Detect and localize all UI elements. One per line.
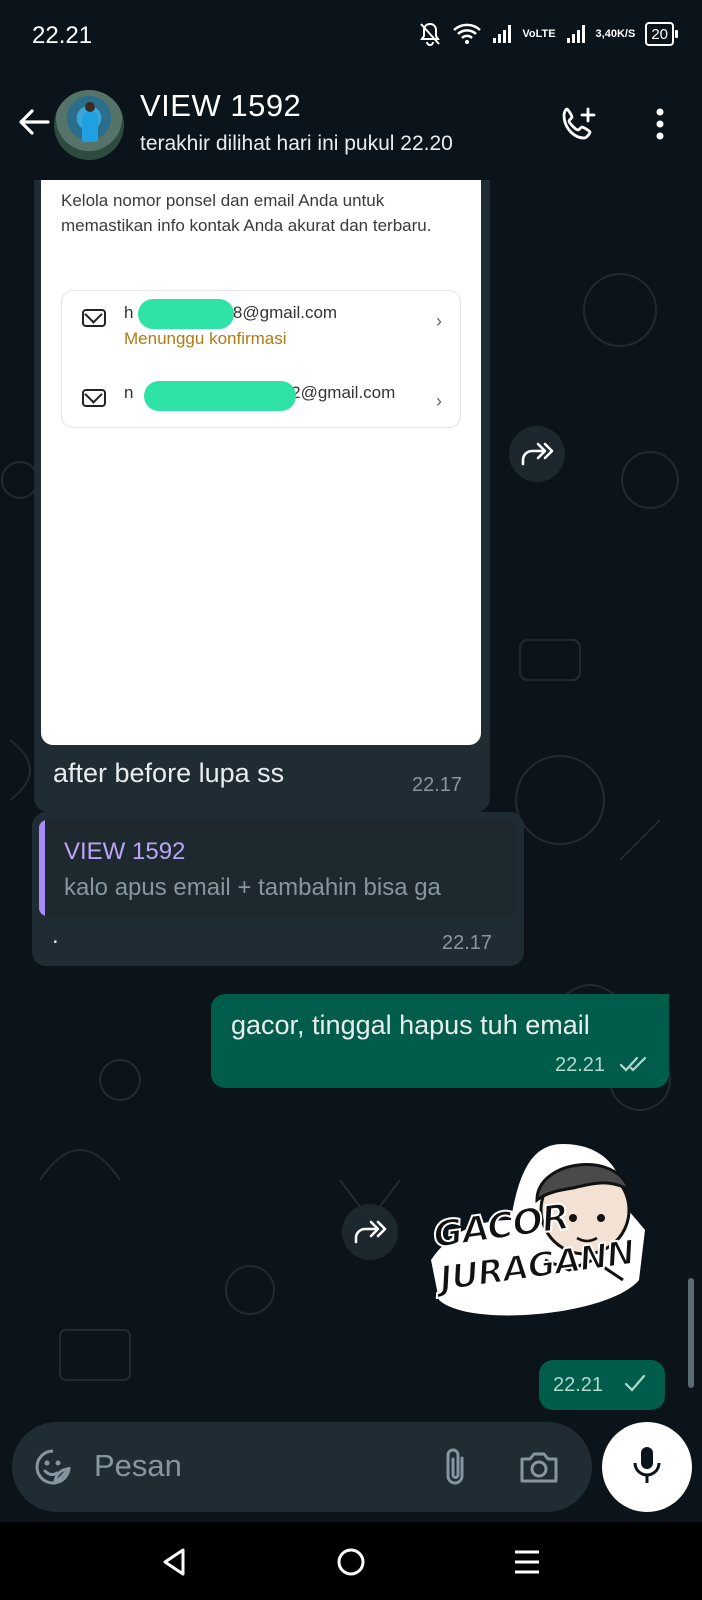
outgoing-message-bubble[interactable]: gacor, tinggal hapus tuh email 22.21 (211, 994, 669, 1088)
contact-name[interactable]: VIEW 1592 (140, 88, 301, 124)
email-1-suffix: 08@gmail.com (223, 303, 338, 322)
forward-icon[interactable] (509, 426, 565, 482)
quote-accent-bar (39, 820, 45, 916)
last-seen[interactable]: terakhir dilihat hari ini pukul 22.20 (140, 132, 453, 156)
chat-area[interactable]: Kelola nomor ponsel dan email Anda untuk… (0, 180, 702, 1422)
status-time: 22.21 (32, 22, 93, 49)
message-text: . (52, 922, 59, 949)
back-arrow-icon[interactable] (14, 102, 54, 142)
more-vert-icon[interactable] (638, 102, 682, 146)
net-speed-unit: K/S (616, 27, 636, 40)
mic-icon (631, 1445, 663, 1490)
chevron-right-icon: › (436, 391, 442, 411)
volte-top: Vo (522, 27, 536, 40)
email-1-prefix: h (124, 303, 134, 322)
volte-bottom: LTE (535, 27, 556, 40)
email-list-card: h 08@gmail.com Menunggu konfirmasi › n 112… (61, 290, 461, 428)
message-time: 22.17 (442, 932, 493, 954)
net-speed: 3,40 K/S (596, 20, 636, 48)
quoted-text: kalo apus email + tambahin bisa ga (64, 874, 441, 901)
system-nav-bar (0, 1522, 702, 1600)
battery-icon: 20 (645, 22, 678, 46)
mute-bell-icon (418, 20, 442, 48)
volte-label: Vo LTE (522, 20, 555, 48)
net-speed-value: 3,40 (595, 27, 617, 40)
redaction-mark (144, 381, 296, 411)
message-time: 22.21 (555, 1054, 606, 1076)
screenshot-description: Kelola nomor ponsel dan email Anda untuk… (61, 191, 432, 235)
attach-icon[interactable] (432, 1444, 478, 1490)
avatar[interactable] (54, 90, 124, 160)
message-time: 22.21 (553, 1374, 604, 1396)
mail-icon (82, 389, 106, 407)
sticker-emoji-icon[interactable] (30, 1444, 76, 1490)
check-icon (623, 1372, 647, 1399)
camera-icon[interactable] (516, 1444, 562, 1490)
wifi-icon (452, 20, 482, 48)
message-input[interactable]: Pesan (94, 1448, 182, 1484)
image-caption: after before lupa ss (53, 758, 285, 788)
image-thumbnail[interactable]: Kelola nomor ponsel dan email Anda untuk… (41, 180, 481, 745)
sticker[interactable]: GACOR JURAGANN (425, 1140, 665, 1330)
nav-home-icon[interactable] (329, 1540, 373, 1584)
signal-icon (492, 20, 512, 48)
battery-level: 20 (651, 25, 668, 43)
forward-icon[interactable] (342, 1204, 398, 1260)
chevron-right-icon: › (436, 311, 442, 331)
email-row: n 112@gmail.com › (82, 381, 442, 423)
chat-header: VIEW 1592 terakhir dilihat hari ini puku… (0, 72, 702, 180)
mic-button[interactable] (602, 1422, 692, 1512)
redaction-mark (138, 299, 234, 329)
status-bar: 22.21 Vo LTE 3,40 K/S 20 (0, 0, 702, 72)
email-status: Menunggu konfirmasi (124, 329, 287, 348)
message-composer[interactable]: Pesan (12, 1422, 592, 1512)
reply-message-bubble[interactable]: VIEW 1592 kalo apus email + tambahin bis… (32, 812, 524, 966)
mail-icon (82, 309, 106, 327)
double-check-icon (619, 1054, 651, 1079)
scrollbar[interactable] (688, 1278, 694, 1388)
sticker-meta-pill: 22.21 (539, 1360, 665, 1410)
nav-menu-icon[interactable] (505, 1540, 549, 1584)
signal-icon (566, 20, 586, 48)
quoted-message[interactable]: VIEW 1592 kalo apus email + tambahin bis… (39, 820, 517, 916)
email-2-prefix: n (124, 383, 134, 402)
message-text: gacor, tinggal hapus tuh email (231, 1010, 590, 1040)
add-call-icon[interactable] (556, 102, 600, 146)
email-row: h 08@gmail.com Menunggu konfirmasi › (82, 299, 442, 348)
status-icons: Vo LTE 3,40 K/S 20 (418, 20, 678, 48)
message-time: 22.17 (412, 774, 463, 796)
nav-back-icon[interactable] (152, 1540, 196, 1584)
quoted-sender: VIEW 1592 (64, 838, 186, 865)
